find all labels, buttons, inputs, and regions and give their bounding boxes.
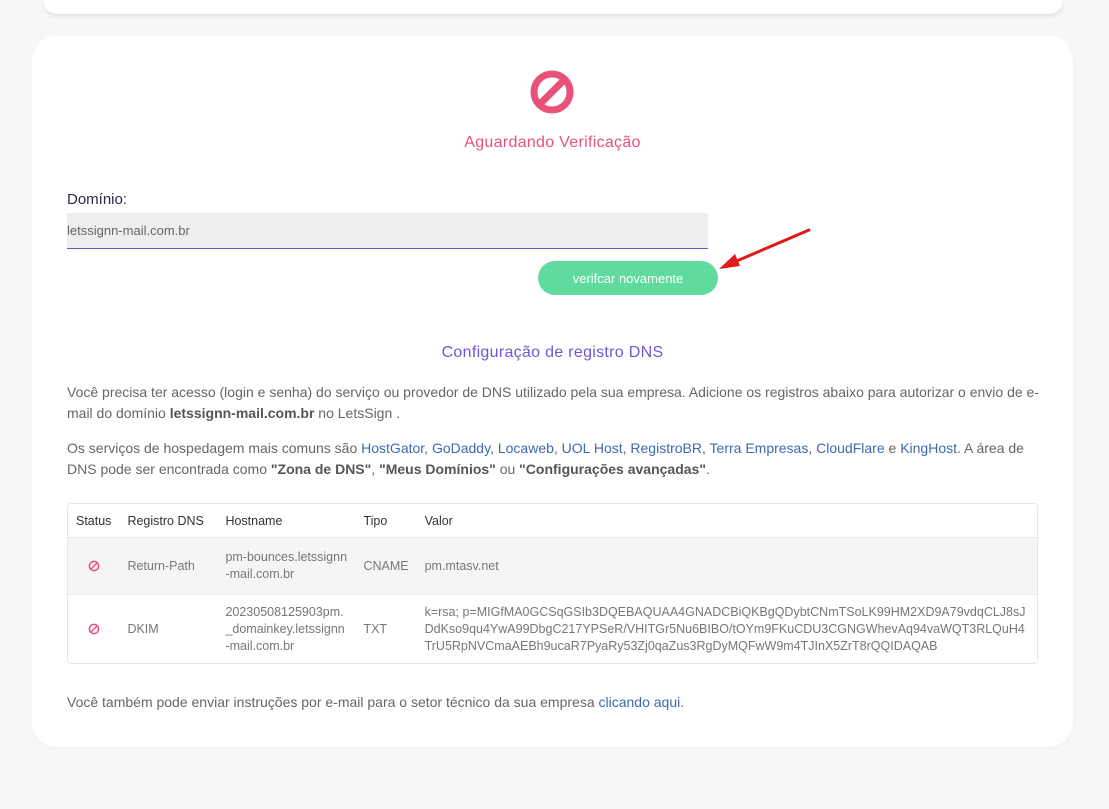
hostname-cell: pm-bounces.letssignn-mail.com.br bbox=[217, 538, 356, 595]
ban-icon bbox=[88, 623, 100, 635]
link-terra-empresas[interactable]: Terra Empresas bbox=[710, 440, 809, 456]
dns-config-title: Configuração de registro DNS bbox=[441, 344, 664, 361]
separator: , bbox=[553, 440, 562, 456]
send-instructions-link[interactable]: clicando aqui bbox=[599, 694, 681, 710]
period: . bbox=[705, 461, 710, 477]
hostname-cell: 20230508125903pm._domainkey.letssignn-ma… bbox=[217, 595, 356, 663]
period: . bbox=[680, 694, 685, 710]
separator: e bbox=[884, 440, 901, 456]
link-kinghost[interactable]: KingHost bbox=[900, 440, 957, 456]
footer-text: Você também pode enviar instruções por e… bbox=[67, 694, 599, 710]
status-cell bbox=[68, 538, 120, 595]
header-status: Status bbox=[68, 504, 120, 538]
header-valor: Valor bbox=[416, 504, 1037, 538]
top-card-edge bbox=[43, 0, 1063, 14]
ban-icon bbox=[530, 70, 574, 114]
separator: , bbox=[490, 440, 498, 456]
tipo-cell: TXT bbox=[355, 595, 417, 663]
link-locaweb[interactable]: Locaweb bbox=[498, 440, 554, 456]
header-tipo: Tipo bbox=[355, 504, 417, 538]
arrow-shaft bbox=[730, 228, 811, 265]
link-godaddy[interactable]: GoDaddy bbox=[432, 440, 490, 456]
para2-prefix: Os serviços de hospedagem mais comuns sã… bbox=[67, 440, 362, 456]
header-registro-dns: Registro DNS bbox=[119, 504, 218, 538]
zone-dns-name: "Zona de DNS" bbox=[270, 461, 372, 477]
registro-cell: DKIM bbox=[119, 595, 218, 663]
header-hostname: Hostname bbox=[217, 504, 356, 538]
domain-label: Domínio: bbox=[67, 191, 128, 208]
config-avancadas-name: "Configurações avançadas" bbox=[519, 461, 706, 477]
valor-cell: pm.mtasv.net bbox=[416, 538, 1037, 595]
email-instructions-footer: Você também pode enviar instruções por e… bbox=[67, 694, 684, 710]
dns-records-table: Status Registro DNS Hostname Tipo Valor … bbox=[67, 503, 1038, 664]
link-hostgator[interactable]: HostGator bbox=[361, 440, 424, 456]
verify-again-button[interactable]: verifcar novamente bbox=[538, 261, 718, 295]
dns-instructions-paragraph: Você precisa ter acesso (login e senha) … bbox=[67, 382, 1042, 424]
para1-suffix: no LetsSign . bbox=[314, 405, 401, 421]
ban-icon bbox=[88, 560, 100, 572]
table-row: DKIM 20230508125903pm._domainkey.letssig… bbox=[68, 595, 1037, 663]
registro-cell: Return-Path bbox=[119, 538, 218, 595]
arrow-head bbox=[719, 254, 740, 269]
separator: ou bbox=[495, 461, 520, 477]
table-row: Return-Path pm-bounces.letssignn-mail.co… bbox=[68, 538, 1037, 595]
verification-status-title: Aguardando Verificação bbox=[464, 134, 641, 151]
domain-verification-card: Aguardando Verificação Domínio: verifcar… bbox=[32, 36, 1073, 747]
link-registrobr[interactable]: RegistroBR bbox=[630, 440, 702, 456]
red-arrow-annotation bbox=[719, 228, 811, 269]
status-cell bbox=[68, 595, 120, 663]
separator: , bbox=[371, 461, 380, 477]
domain-input[interactable] bbox=[67, 213, 708, 249]
ban-icon-slash bbox=[537, 77, 567, 107]
meus-dominios-name: "Meus Domínios" bbox=[379, 461, 496, 477]
link-uol-host[interactable]: UOL Host bbox=[562, 440, 623, 456]
link-cloudflare[interactable]: CloudFlare bbox=[816, 440, 884, 456]
table-header-row: Status Registro DNS Hostname Tipo Valor bbox=[68, 504, 1037, 538]
para1-domain: letssignn-mail.com.br bbox=[169, 405, 315, 421]
separator: , bbox=[808, 440, 817, 456]
valor-cell: k=rsa; p=MIGfMA0GCSqGSIb3DQEBAQUAA4GNADC… bbox=[416, 595, 1037, 663]
tipo-cell: CNAME bbox=[355, 538, 417, 595]
separator: , bbox=[424, 440, 432, 456]
separator: , bbox=[702, 440, 710, 456]
hosting-services-paragraph: Os serviços de hospedagem mais comuns sã… bbox=[67, 438, 1042, 480]
